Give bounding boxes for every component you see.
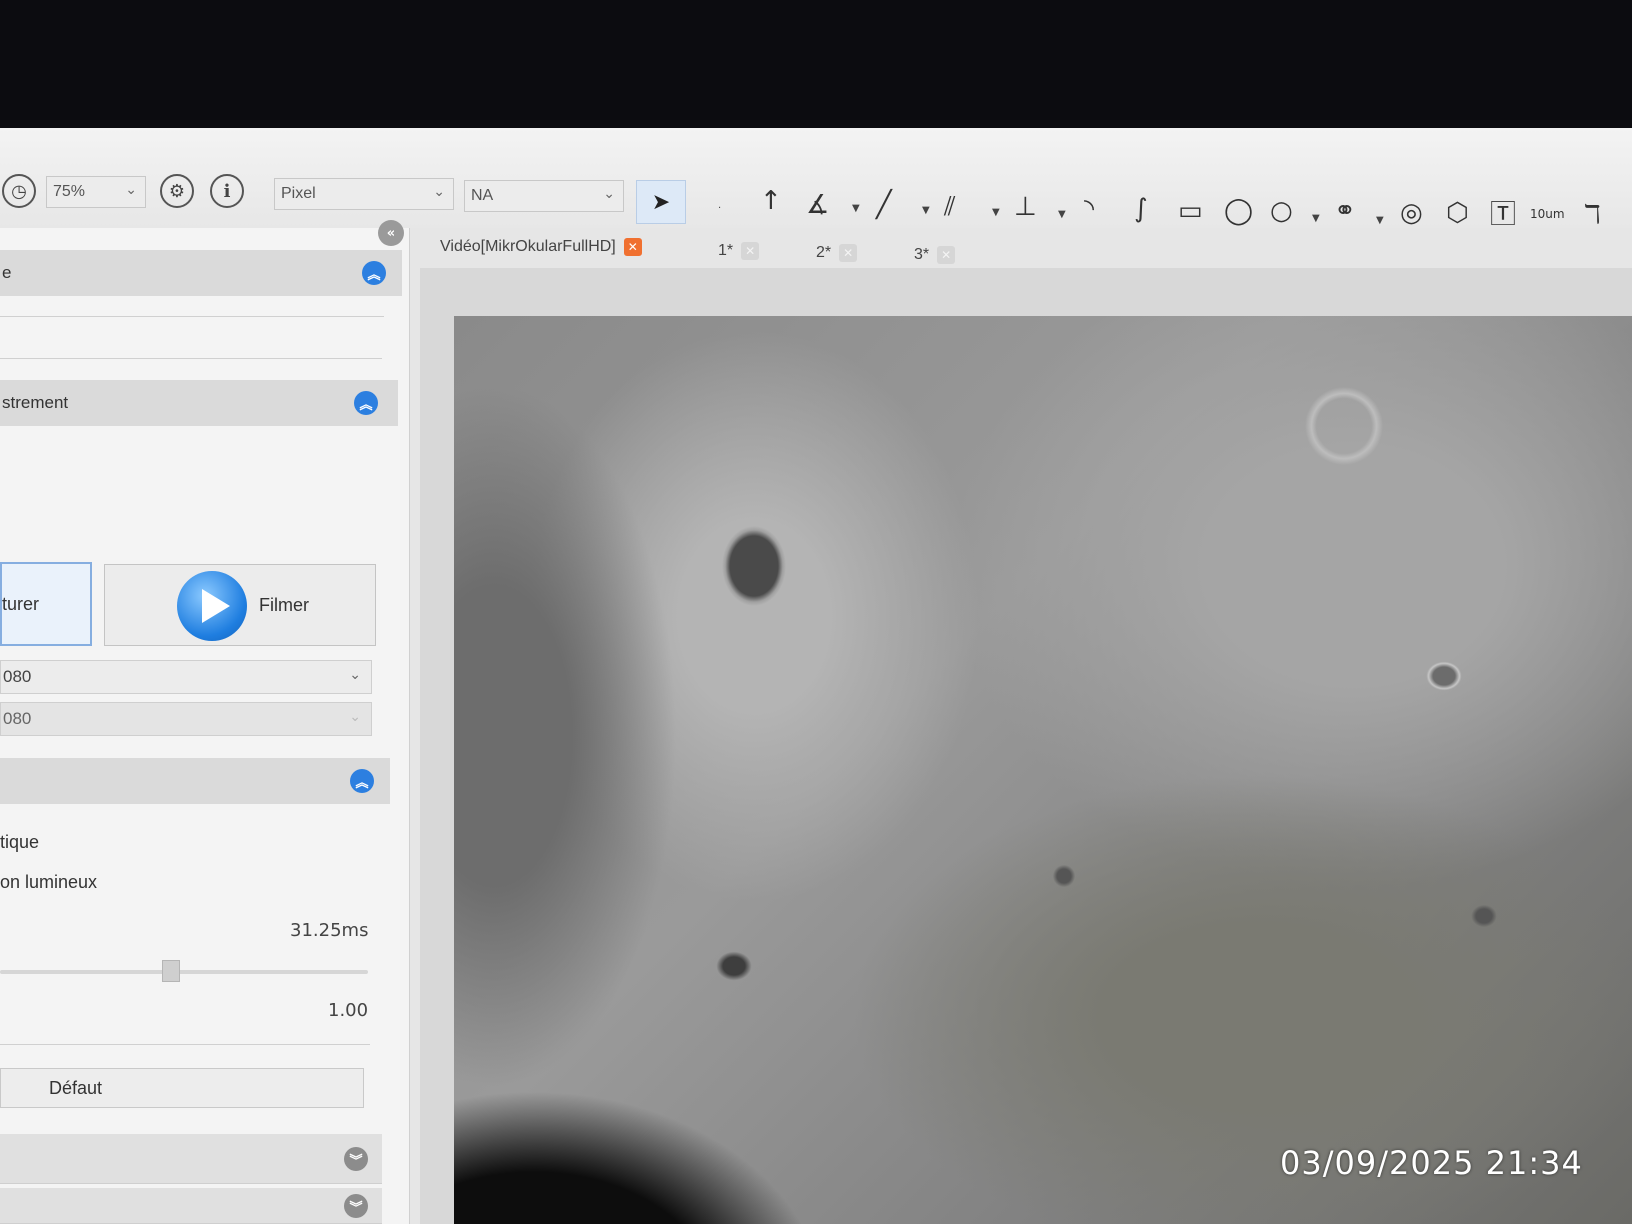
line-tool-icon[interactable]: ╱ (876, 192, 892, 218)
settings-gear-icon[interactable]: ⚙ (160, 174, 194, 208)
main-toolbar: ◷ 75% ⌄ ⚙ i Pixel ⌄ NA ⌄ ➤ · ↑ ∡ ▼ ╱ ▼ ⫽… (0, 128, 1632, 228)
close-icon[interactable]: ✕ (839, 244, 858, 262)
tab-label: Vidéo[MikrOkularFullHD] (440, 238, 616, 255)
brightness-option[interactable]: on lumineux (0, 872, 97, 893)
auto-exposure-option[interactable]: tique (0, 832, 39, 853)
two-circles-tool-icon[interactable]: ⚭ (1334, 198, 1356, 224)
record-label: Filmer (259, 595, 309, 615)
play-icon (177, 571, 247, 641)
record-video-button[interactable]: Filmer (104, 564, 376, 646)
collapsed-section-2[interactable]: ︾ (0, 1188, 382, 1224)
tab-video[interactable]: Vidéo[MikrOkularFullHD] ✕ (440, 238, 642, 256)
document-tabs: Vidéo[MikrOkularFullHD] ✕ 1* ✕ 2* ✕ 3* ✕ (420, 228, 1632, 268)
collapse-up-icon[interactable]: ︽ (354, 391, 378, 415)
resolution-value: 080 (3, 667, 32, 686)
scale-bar-tool[interactable]: 10um (1530, 208, 1565, 220)
dropdown-caret-icon[interactable]: ▼ (922, 206, 930, 216)
unit-select[interactable]: Pixel ⌄ (274, 178, 454, 210)
image-viewport[interactable] (420, 268, 1632, 1224)
arrow-line-tool-icon[interactable]: ↑ (760, 188, 782, 214)
close-icon[interactable]: ✕ (623, 238, 642, 256)
arc-tool-icon[interactable]: ◝ (1084, 196, 1094, 222)
capture-resolution-select[interactable]: 080 ⌄ (0, 660, 372, 694)
collapse-up-icon[interactable]: ︽ (362, 261, 386, 285)
curve-tool-icon[interactable]: ∫ (1134, 196, 1148, 222)
parallel-lines-tool-icon[interactable]: ⫽ (944, 194, 956, 220)
dropdown-caret-icon[interactable]: ▼ (852, 204, 860, 214)
video-resolution-select[interactable]: 080 ⌄ (0, 702, 372, 736)
chevron-down-icon: ⌄ (349, 667, 361, 683)
moon-camera-image[interactable] (454, 316, 1632, 1224)
section-header-exposure[interactable]: ︽ (0, 758, 390, 804)
info-icon[interactable]: i (210, 174, 244, 208)
expand-down-icon[interactable]: ︾ (344, 1194, 368, 1218)
select-pointer-tool[interactable]: ➤ (636, 180, 686, 224)
zoom-value: 75% (53, 183, 86, 200)
capture-label: turer (2, 593, 40, 614)
rectangle-tool-icon[interactable]: ▭ (1178, 198, 1203, 224)
cursor-arrow-icon: ➤ (651, 189, 671, 214)
zoom-select[interactable]: 75% ⌄ (46, 176, 146, 208)
section-title: strement (2, 393, 69, 412)
section-title: e (2, 263, 12, 282)
section-header-1[interactable]: e ︽ (0, 250, 402, 296)
perpendicular-tool-icon[interactable]: ⊥ (1014, 194, 1037, 220)
divider (0, 1044, 370, 1045)
default-button[interactable]: Défaut (0, 1068, 364, 1108)
text-tool-icon[interactable]: 🅃 (1490, 202, 1516, 228)
tab-label: 2* (816, 244, 832, 261)
collapsed-section-1[interactable]: ︾ (0, 1134, 382, 1184)
tab-1[interactable]: 1* ✕ (718, 242, 760, 260)
exposure-slider-thumb[interactable] (162, 960, 180, 982)
tab-3[interactable]: 3* ✕ (914, 246, 956, 264)
camera-snapshot-icon[interactable]: ◷ (2, 174, 36, 208)
chevron-down-icon: ⌄ (125, 182, 137, 198)
concentric-circles-tool-icon[interactable]: ◎ (1400, 200, 1423, 226)
circle-tool-icon[interactable]: ○ (1270, 198, 1293, 224)
tab-label: 3* (914, 246, 930, 263)
resolution-value: 080 (3, 709, 32, 728)
control-panel: e ︽ strement ︽ turer Filmer 080 ⌄ 080 ⌄ … (0, 228, 410, 1224)
dropdown-caret-icon[interactable]: ▼ (992, 208, 1000, 218)
unit-value: Pixel (281, 185, 316, 202)
tab-2[interactable]: 2* ✕ (816, 244, 858, 262)
default-label: Défaut (49, 1077, 103, 1098)
dropdown-caret-icon[interactable]: ▼ (1376, 216, 1384, 226)
exposure-slider-track[interactable] (0, 970, 368, 974)
dropdown-caret-icon[interactable]: ▼ (1058, 210, 1066, 220)
ellipse-tool-icon[interactable]: ◯ (1224, 198, 1253, 224)
photo-timestamp: 03/09/2025 21:34 (1280, 1144, 1583, 1182)
close-icon[interactable]: ✕ (937, 246, 956, 264)
divider (0, 358, 382, 359)
close-icon[interactable]: ✕ (741, 242, 760, 260)
objective-select[interactable]: NA ⌄ (464, 180, 624, 212)
chevron-down-icon: ⌄ (603, 186, 615, 202)
capture-button[interactable]: turer (0, 562, 92, 646)
divider (0, 316, 384, 317)
exposure-time-value: 31.25ms (290, 920, 369, 941)
scale-bar-label: 10um (1530, 207, 1565, 221)
collapse-up-icon[interactable]: ︽ (350, 769, 374, 793)
dropdown-caret-icon[interactable]: ▼ (1312, 214, 1320, 224)
point-tool-icon[interactable]: · (718, 204, 721, 214)
section-header-recording[interactable]: strement ︽ (0, 380, 398, 426)
expand-down-icon[interactable]: ︾ (344, 1147, 368, 1171)
chevron-down-icon: ⌄ (433, 184, 445, 200)
chevron-down-icon: ⌄ (349, 709, 361, 725)
angle-tool-icon[interactable]: ∡ (806, 192, 829, 218)
calibration-tool-icon[interactable]: ℸ (1584, 202, 1601, 228)
monitor-screen: ◷ 75% ⌄ ⚙ i Pixel ⌄ NA ⌄ ➤ · ↑ ∡ ▼ ╱ ▼ ⫽… (0, 128, 1632, 1224)
tab-label: 1* (718, 242, 734, 259)
objective-value: NA (471, 187, 494, 204)
polygon-tool-icon[interactable]: ⬡ (1446, 200, 1469, 226)
gain-value: 1.00 (328, 1000, 369, 1021)
collapse-panel-icon[interactable]: « (378, 220, 404, 246)
